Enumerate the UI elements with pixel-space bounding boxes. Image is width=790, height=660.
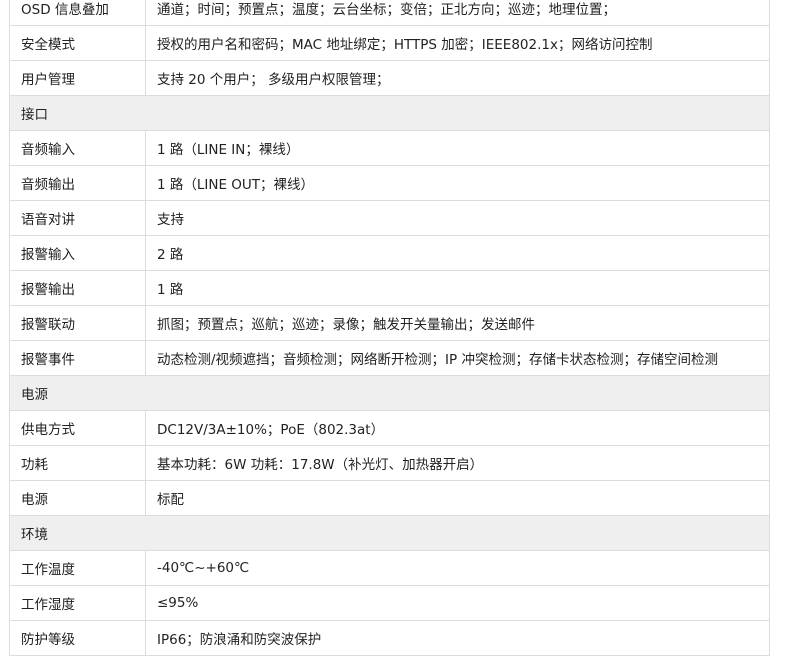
row-label: 功耗 [10, 446, 146, 480]
row-label: 用户管理 [10, 61, 146, 95]
row-value: 通道；时间；预置点；温度；云台坐标；变倍；正北方向；巡迹；地理位置； [157, 2, 616, 18]
table-row: 用户管理 支持 20 个用户； 多级用户权限管理； [9, 61, 770, 96]
row-label: 音频输入 [10, 131, 146, 165]
row-label: 供电方式 [10, 411, 146, 445]
row-value: IP66；防浪涌和防突波保护 [157, 632, 322, 648]
row-label: 报警输出 [10, 271, 146, 305]
table-row: 音频输出 1 路（LINE OUT；裸线） [9, 166, 770, 201]
row-value: 1 路（LINE IN；裸线） [157, 142, 300, 158]
row-label: 报警事件 [10, 341, 146, 375]
row-label: 安全模式 [10, 26, 146, 60]
row-value: DC12V/3A±10%；PoE（802.3at） [157, 422, 385, 438]
section-header: 环境 [9, 516, 770, 551]
row-value: 授权的用户名和密码；MAC 地址绑定；HTTPS 加密；IEEE802.1x；网… [157, 37, 653, 53]
table-row: OSD 信息叠加 通道；时间；预置点；温度；云台坐标；变倍；正北方向；巡迹；地理位… [9, 0, 770, 26]
table-row: 语音对讲 支持 [9, 201, 770, 236]
row-value: 抓图；预置点；巡航；巡迹；录像；触发开关量输出；发送邮件 [157, 317, 535, 333]
row-label: 工作温度 [10, 551, 146, 585]
section-header: 接口 [9, 96, 770, 131]
table-row: 安全模式 授权的用户名和密码；MAC 地址绑定；HTTPS 加密；IEEE802.… [9, 26, 770, 61]
row-value: 标配 [157, 492, 184, 508]
table-row: 工作温度 -40℃~+60℃ [9, 551, 770, 586]
table-row: 防护等级 IP66；防浪涌和防突波保护 [9, 621, 770, 656]
row-label: 音频输出 [10, 166, 146, 200]
section-title: 接口 [21, 107, 48, 123]
row-label: 报警联动 [10, 306, 146, 340]
row-label: 语音对讲 [10, 201, 146, 235]
row-value: 支持 [157, 212, 184, 228]
table-row: 电源 标配 [9, 481, 770, 516]
row-label: 防护等级 [10, 621, 146, 655]
table-row: 报警输入 2 路 [9, 236, 770, 271]
table-row: 报警联动 抓图；预置点；巡航；巡迹；录像；触发开关量输出；发送邮件 [9, 306, 770, 341]
table-row: 工作湿度 ≤95% [9, 586, 770, 621]
section-header: 电源 [9, 376, 770, 411]
row-value: ≤95% [157, 595, 199, 611]
row-value: 1 路（LINE OUT；裸线） [157, 177, 315, 193]
spec-table: OSD 信息叠加 通道；时间；预置点；温度；云台坐标；变倍；正北方向；巡迹；地理位… [9, 0, 770, 656]
section-title: 电源 [21, 387, 48, 403]
row-label: 电源 [10, 481, 146, 515]
row-value: 2 路 [157, 247, 184, 263]
row-value: 支持 20 个用户； 多级用户权限管理； [157, 72, 390, 88]
table-row: 功耗 基本功耗：6W 功耗：17.8W（补光灯、加热器开启） [9, 446, 770, 481]
section-title: 环境 [21, 527, 48, 543]
row-label: 报警输入 [10, 236, 146, 270]
row-label: OSD 信息叠加 [10, 0, 146, 25]
row-value: 动态检测/视频遮挡；音频检测；网络断开检测；IP 冲突检测；存储卡状态检测；存储… [157, 352, 718, 368]
table-row: 音频输入 1 路（LINE IN；裸线） [9, 131, 770, 166]
table-row: 供电方式 DC12V/3A±10%；PoE（802.3at） [9, 411, 770, 446]
row-value: 基本功耗：6W 功耗：17.8W（补光灯、加热器开启） [157, 457, 484, 473]
row-value: 1 路 [157, 282, 184, 298]
table-row: 报警事件 动态检测/视频遮挡；音频检测；网络断开检测；IP 冲突检测；存储卡状态检… [9, 341, 770, 376]
table-row: 报警输出 1 路 [9, 271, 770, 306]
row-value: -40℃~+60℃ [157, 560, 250, 576]
row-label: 工作湿度 [10, 586, 146, 620]
